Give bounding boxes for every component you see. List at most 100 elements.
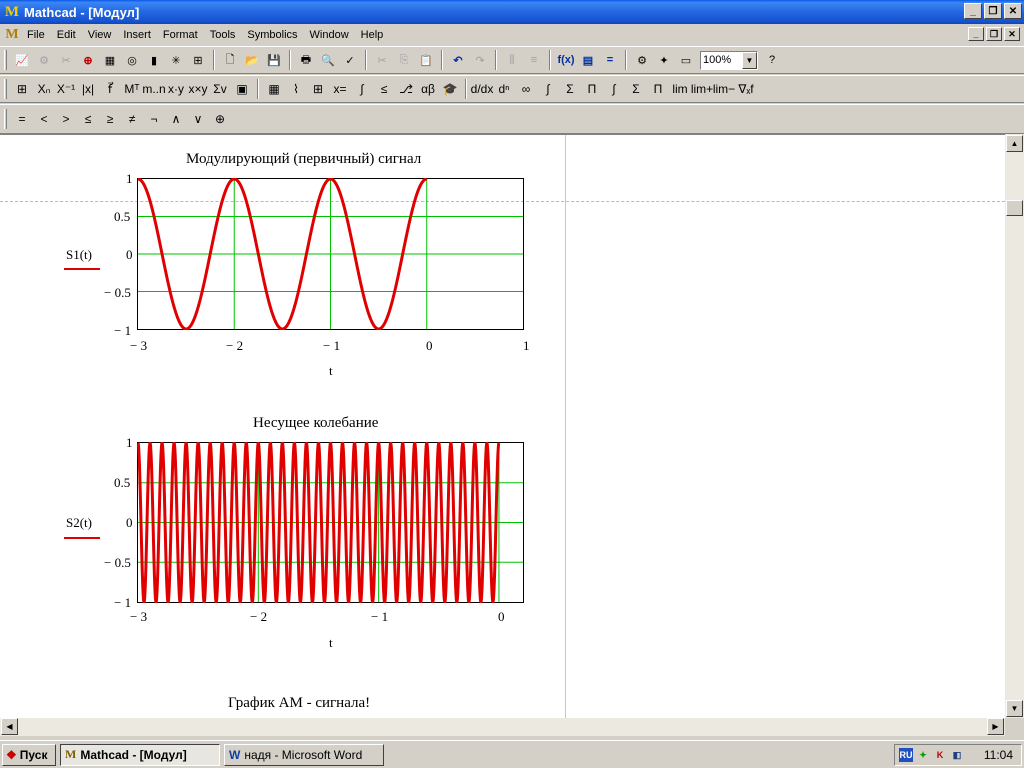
programming-palette-icon[interactable]: ⎇ [395,78,417,100]
contour-plot-icon[interactable]: ◎ [121,49,143,71]
vector-palette-icon[interactable]: ⚙ [33,49,55,71]
symbolic-palette-icon[interactable]: 🎓 [439,78,461,100]
menu-file[interactable]: File [21,29,51,41]
superscript-icon[interactable]: Mᵀ [121,78,143,100]
menu-view[interactable]: View [82,29,118,41]
limit-icon[interactable]: lim [669,78,691,100]
language-indicator[interactable]: RU [899,748,913,762]
picture-icon[interactable]: ▣ [231,78,253,100]
volume-icon[interactable]: ◧ [950,748,964,762]
insert-component-icon[interactable]: ⚙ [631,49,653,71]
nth-derivative-icon[interactable]: dⁿ [493,78,515,100]
scroll-down-icon[interactable]: ▼ [1006,700,1023,717]
open-icon[interactable]: 📂 [241,49,263,71]
insert-unit-icon[interactable]: ▤ [577,49,599,71]
doc-minimize-button[interactable]: _ [968,27,984,41]
range-product-icon[interactable]: Π [647,78,669,100]
derivative-icon[interactable]: d/dx [471,78,494,100]
subscript-icon[interactable]: Xₙ [33,78,55,100]
doc-restore-button[interactable]: ❐ [986,27,1002,41]
window-icon[interactable]: ▭ [675,49,697,71]
insert-function-icon[interactable]: f(x) [555,49,577,71]
paste-icon[interactable]: 📋 [415,49,437,71]
print-icon[interactable]: 🖶 [295,49,317,71]
chevron-down-icon[interactable]: ▼ [742,51,757,69]
matrix-palette-icon[interactable]: ⊞ [307,78,329,100]
product-icon[interactable]: Π [581,78,603,100]
menu-symbolics[interactable]: Symbolics [241,29,303,41]
limit-right-icon[interactable]: lim+ [691,78,713,100]
menu-help[interactable]: Help [355,29,390,41]
scatter-plot-icon[interactable]: ✳ [165,49,187,71]
gradient-icon[interactable]: ∇ₓf [735,78,757,100]
menu-edit[interactable]: Edit [51,29,82,41]
antivirus-icon[interactable]: K [933,748,947,762]
sum-vector-icon[interactable]: Σv [209,78,231,100]
plot1-chart[interactable] [137,178,524,330]
bool-le-button[interactable]: ≤ [77,108,99,130]
bool-or-button[interactable]: ∨ [187,108,209,130]
print-preview-icon[interactable]: 🔍 [317,49,339,71]
plot1-ylabel[interactable]: S1(t) [66,247,92,263]
minimize-button[interactable]: _ [964,3,982,19]
plot2-ylabel[interactable]: S2(t) [66,515,92,531]
calculus-palette-icon[interactable]: ∫ [351,78,373,100]
cross-product-icon[interactable]: x×y [187,78,209,100]
undo-icon[interactable]: ↶ [447,49,469,71]
surface-plot-icon[interactable]: ▦ [99,49,121,71]
bool-less-button[interactable]: < [33,108,55,130]
worksheet[interactable]: Модулирующий (первичный) сигнал S1(t) 1 … [0,134,1005,718]
calculator-palette-icon[interactable]: ▦ [263,78,285,100]
bool-not-button[interactable]: ¬ [143,108,165,130]
new-icon[interactable]: 🗋 [219,49,241,71]
indefinite-integral-icon[interactable]: ∫ [603,78,625,100]
help-icon[interactable]: ? [761,49,783,71]
evaluation-palette-icon[interactable]: x= [329,78,351,100]
matrix-icon[interactable]: ⊞ [11,78,33,100]
graph-palette-icon[interactable]: 📈 [11,49,33,71]
inverse-icon[interactable]: X⁻¹ [55,78,77,100]
wrench-icon[interactable]: ✂ [55,49,77,71]
network-icon[interactable]: ✦ [916,748,930,762]
zoom-select[interactable]: 100% ▼ [700,50,758,70]
restore-button[interactable]: ❐ [984,3,1002,19]
vertical-scrollbar[interactable]: ▲ ▼ [1005,134,1024,718]
save-icon[interactable]: 💾 [263,49,285,71]
calculate-icon[interactable]: = [599,49,621,71]
bool-and-button[interactable]: ∧ [165,108,187,130]
infinity-icon[interactable]: ∞ [515,78,537,100]
horizontal-scrollbar[interactable]: ◀ ▶ [0,718,1005,736]
range-icon[interactable]: m..n [142,78,165,100]
menu-tools[interactable]: Tools [204,29,242,41]
scroll-left-icon[interactable]: ◀ [1,718,18,735]
vector-field-icon[interactable]: ⊞ [187,49,209,71]
globe-icon[interactable]: ⊕ [77,49,99,71]
plot1-xlabel[interactable]: t [329,363,333,379]
task-word[interactable]: W надя - Microsoft Word [224,743,384,766]
align-down-icon[interactable]: ≡ [523,49,545,71]
limit-left-icon[interactable]: lim− [713,78,735,100]
align-across-icon[interactable]: ⫼ [501,49,523,71]
graph-toolbar-icon[interactable]: ⌇ [285,78,307,100]
bool-ne-button[interactable]: ≠ [121,108,143,130]
doc-close-button[interactable]: ✕ [1004,27,1020,41]
vectorize-icon[interactable]: f⃗ [99,78,121,100]
menu-format[interactable]: Format [157,29,204,41]
menu-window[interactable]: Window [304,29,355,41]
copy-icon[interactable]: ⎘ [393,49,415,71]
bool-xor-button[interactable]: ⊕ [209,108,231,130]
scroll-thumb[interactable] [1006,200,1023,216]
bool-ge-button[interactable]: ≥ [99,108,121,130]
scroll-right-icon[interactable]: ▶ [987,718,1004,735]
redo-icon[interactable]: ↷ [469,49,491,71]
document-icon[interactable]: M [3,26,21,44]
spellcheck-icon[interactable]: ✓ [339,49,361,71]
bool-equal-button[interactable]: = [11,108,33,130]
bar-plot-icon[interactable]: ▮ [143,49,165,71]
boolean-palette-icon[interactable]: ≤ [373,78,395,100]
plot2-chart[interactable] [137,442,524,603]
cut-icon[interactable]: ✂ [371,49,393,71]
resources-icon[interactable]: ✦ [653,49,675,71]
definite-integral-icon[interactable]: ∫ [537,78,559,100]
range-sum-icon[interactable]: Σ [625,78,647,100]
